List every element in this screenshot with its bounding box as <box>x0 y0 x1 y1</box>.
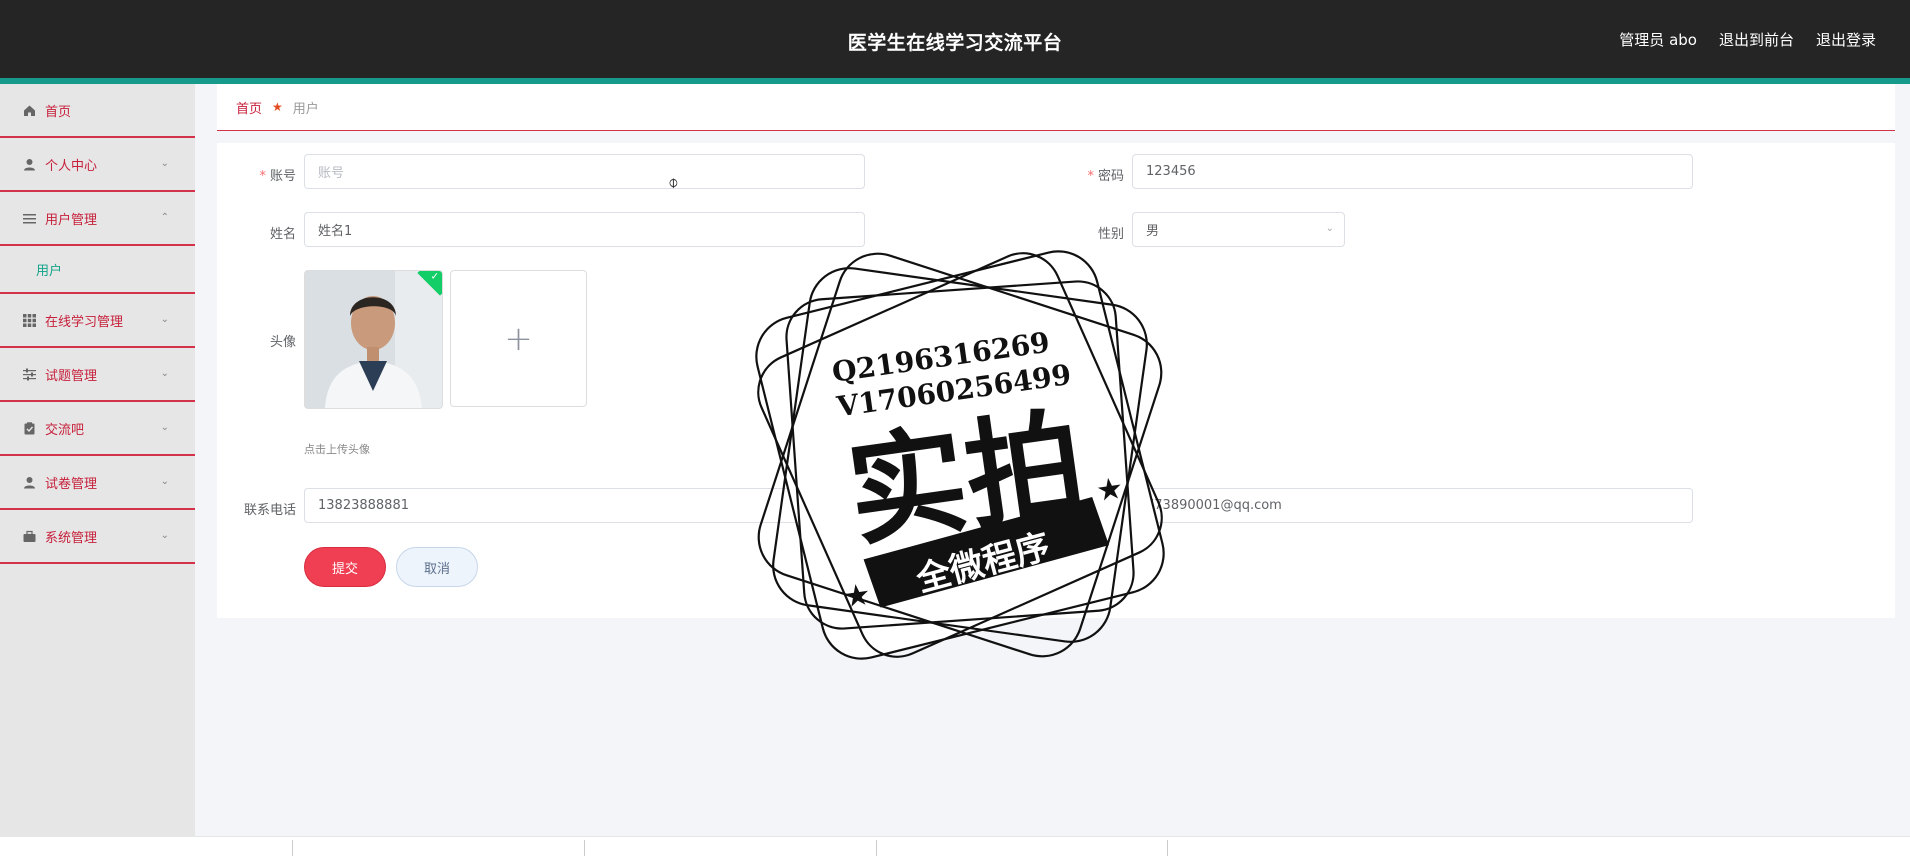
sidebar-item-label: 用户管理 <box>45 212 98 228</box>
chevron-down-icon: ⌄ <box>160 476 169 487</box>
gender-label: 性别 <box>1097 227 1124 242</box>
avatar-preview[interactable]: ✓ <box>304 270 443 409</box>
home-icon <box>22 103 36 117</box>
sidebar-item-exam-management[interactable]: 试卷管理 ⌄ <box>0 456 195 510</box>
password-label: * 密码 <box>1087 169 1124 184</box>
main-content: 首页 ★ 用户 * 账号 账号 * 密码 123456 姓名 姓名1 性别 男 ⌄ … <box>217 84 1895 618</box>
user-form: * 账号 账号 * 密码 123456 姓名 姓名1 性别 男 ⌄ 头像 ✓ +… <box>217 143 1895 618</box>
name-label: 姓名 <box>269 227 296 242</box>
sidebar-item-label: 试题管理 <box>45 368 98 384</box>
top-header: 医学生在线学习交流平台 管理员 abo 退出到前台 退出登录 <box>0 0 1910 78</box>
sidebar-item-forum[interactable]: 交流吧 ⌄ <box>0 402 195 456</box>
plus-icon: + <box>504 318 533 359</box>
sidebar-item-user-management[interactable]: 用户管理 ⌃ <box>0 192 195 246</box>
chevron-down-icon: ⌄ <box>160 314 169 325</box>
logout-link[interactable]: 退出登录 <box>1816 29 1876 50</box>
sidebar-item-label: 交流吧 <box>45 422 85 438</box>
header-actions: 管理员 abo 退出到前台 退出登录 <box>1619 29 1876 50</box>
divider <box>1167 840 1168 856</box>
sliders-icon <box>22 367 36 381</box>
check-icon: ✓ <box>430 271 440 283</box>
user-icon <box>22 157 36 171</box>
sidebar: 首页 个人中心 ⌄ 用户管理 ⌃ 用户 在线学习管理 ⌄ 试题管理 ⌄ 交流吧 <box>0 84 195 836</box>
divider <box>584 840 585 856</box>
text-cursor-icon: ⌽ <box>668 172 679 193</box>
cancel-button[interactable]: 取消 <box>396 547 478 587</box>
password-input[interactable]: 123456 <box>1132 154 1693 189</box>
sidebar-item-home[interactable]: 首页 <box>0 84 195 138</box>
required-mark: * <box>1087 169 1094 184</box>
upload-tip: 点击上传头像 <box>304 443 370 456</box>
avatar-photo <box>305 271 442 408</box>
breadcrumb: 首页 ★ 用户 <box>217 84 1895 131</box>
breadcrumb-home[interactable]: 首页 <box>236 98 262 117</box>
sidebar-item-label: 系统管理 <box>45 530 98 546</box>
phone-label: 联系电话 <box>243 503 296 518</box>
sidebar-subitem-user[interactable]: 用户 <box>0 246 195 294</box>
divider <box>876 840 877 856</box>
sidebar-item-label: 在线学习管理 <box>45 314 124 330</box>
sidebar-subitem-label: 用户 <box>36 263 63 279</box>
user-icon <box>22 475 36 489</box>
email-label: 邮箱 <box>1097 503 1124 518</box>
clipboard-icon <box>22 421 36 435</box>
name-input[interactable]: 姓名1 <box>304 212 865 247</box>
star-icon: ★ <box>272 100 283 114</box>
gender-select-value: 男 <box>1146 224 1160 239</box>
account-input[interactable]: 账号 <box>304 154 865 189</box>
gender-select[interactable]: 男 ⌄ <box>1132 212 1345 247</box>
sidebar-item-system-management[interactable]: 系统管理 ⌄ <box>0 510 195 564</box>
required-mark: * <box>259 169 266 184</box>
email-input[interactable]: 773890001@qq.com <box>1132 488 1693 523</box>
avatar-upload-button[interactable]: + <box>450 270 587 407</box>
grid-icon <box>22 313 36 327</box>
avatar-label: 头像 <box>269 335 296 350</box>
sidebar-item-question-management[interactable]: 试题管理 ⌄ <box>0 348 195 402</box>
briefcase-icon <box>22 529 36 543</box>
sidebar-item-label: 个人中心 <box>45 158 98 174</box>
chevron-down-icon: ⌄ <box>160 158 169 169</box>
sidebar-item-label: 首页 <box>45 104 72 120</box>
chevron-down-icon: ⌄ <box>160 368 169 379</box>
current-user: 管理员 abo <box>1619 31 1697 49</box>
divider <box>292 840 293 856</box>
phone-input[interactable]: 13823888881 <box>304 488 865 523</box>
sidebar-item-label: 试卷管理 <box>45 476 98 492</box>
sidebar-item-personal-center[interactable]: 个人中心 ⌄ <box>0 138 195 192</box>
chevron-down-icon: ⌄ <box>1325 223 1334 234</box>
chevron-up-icon: ⌃ <box>160 212 169 223</box>
account-label: * 账号 <box>259 169 296 184</box>
back-to-front-link[interactable]: 退出到前台 <box>1719 29 1794 50</box>
submit-button[interactable]: 提交 <box>304 547 386 587</box>
taskbar-strip <box>0 836 1910 859</box>
sidebar-item-online-learning[interactable]: 在线学习管理 ⌄ <box>0 294 195 348</box>
list-icon <box>22 211 36 225</box>
chevron-down-icon: ⌄ <box>160 422 169 433</box>
chevron-down-icon: ⌄ <box>160 530 169 541</box>
breadcrumb-current: 用户 <box>292 101 319 117</box>
